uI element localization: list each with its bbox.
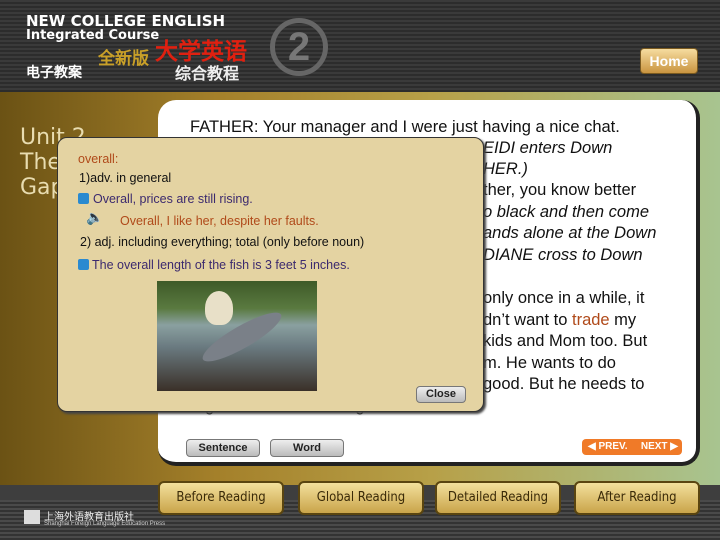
- text-line: ands alone at the Down: [483, 224, 657, 242]
- close-button[interactable]: Close: [416, 386, 466, 403]
- popup-example-3: The overall length of the fish is 3 feet…: [92, 258, 350, 272]
- text-line: kids and Mom too. But: [483, 332, 648, 350]
- volume-badge: 2: [270, 18, 328, 76]
- text-line: m. He wants to do: [483, 354, 616, 372]
- vocab-link-trade[interactable]: trade: [572, 311, 610, 329]
- word-button[interactable]: Word: [270, 439, 344, 457]
- courseware-label: 电子教案: [26, 64, 82, 80]
- text-line: only once in a while, it: [483, 289, 645, 307]
- fish-photo: [157, 281, 317, 391]
- text-line: good. But he needs to: [483, 375, 645, 393]
- header: NEW COLLEGE ENGLISH Integrated Course 全新…: [0, 0, 720, 92]
- nav-after-reading[interactable]: After Reading: [574, 481, 700, 515]
- edition-label: 全新版: [98, 49, 149, 68]
- vocabulary-popup: overall: 1)adv. in general Overall, pric…: [57, 137, 484, 412]
- next-label: NEXT: [640, 441, 668, 452]
- text-line: DIANE cross to Down: [483, 246, 643, 264]
- popup-sense-2: 2) adj. including everything; total (onl…: [80, 235, 365, 249]
- sound-icon[interactable]: 🔈: [86, 209, 103, 226]
- subtitle-en: Integrated Course: [26, 28, 160, 43]
- popup-example-2: Overall, I like her, despite her faults.: [120, 214, 319, 228]
- speaker-icon[interactable]: [78, 193, 89, 204]
- pager: ◀ PREV. NEXT ▶: [582, 439, 682, 455]
- text: my: [609, 311, 637, 329]
- popup-example-1: Overall, prices are still rising.: [93, 192, 253, 206]
- text-line: HER.): [483, 160, 528, 178]
- text: dn’t want to: [483, 311, 572, 329]
- nav-before-reading[interactable]: Before Reading: [158, 481, 284, 515]
- text-line: ther, you know better: [483, 181, 637, 199]
- unit-title-1: The: [20, 150, 61, 175]
- subtitle-cn: 综合教程: [175, 66, 240, 83]
- nav-global-reading[interactable]: Global Reading: [298, 481, 424, 515]
- prev-button[interactable]: ◀ PREV.: [588, 439, 628, 455]
- next-button[interactable]: NEXT ▶: [641, 439, 678, 455]
- publisher-en: Shanghai Foreign Language Education Pres…: [44, 521, 166, 527]
- home-button[interactable]: Home: [640, 48, 698, 74]
- prev-label: PREV.: [598, 441, 628, 452]
- text-line: FATHER: Your manager and I were just hav…: [190, 118, 620, 136]
- text-line: EIDI enters Down: [483, 139, 613, 157]
- speaker-icon[interactable]: [78, 259, 89, 270]
- popup-sense-1: 1)adv. in general: [79, 171, 172, 185]
- text-line: o black and then come: [483, 203, 650, 221]
- sentence-button[interactable]: Sentence: [186, 439, 260, 457]
- nav-detailed-reading[interactable]: Detailed Reading: [435, 481, 561, 515]
- popup-word: overall:: [78, 152, 119, 166]
- publisher-logo-icon: [24, 510, 40, 524]
- text-line: dn’t want to trade my: [483, 311, 636, 330]
